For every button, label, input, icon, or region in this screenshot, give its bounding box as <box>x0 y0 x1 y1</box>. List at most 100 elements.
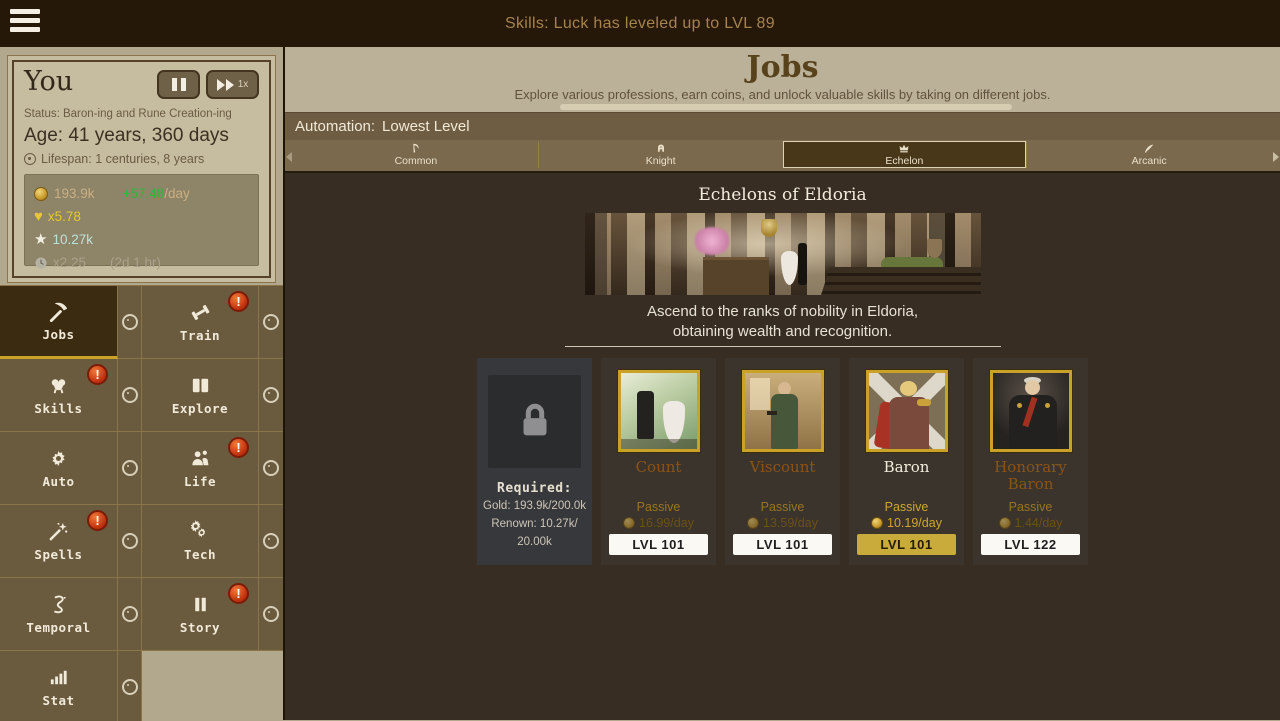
tab-echelon[interactable]: Echelon <box>783 141 1027 168</box>
automation-value: Lowest Level <box>382 118 470 135</box>
eye-icon <box>122 387 138 403</box>
sidebar-item-train[interactable]: ! Train <box>142 286 259 359</box>
visibility-toggle-stat[interactable] <box>118 651 142 721</box>
sidebar-item-auto[interactable]: Auto <box>0 432 118 505</box>
family-icon <box>189 447 212 470</box>
desk-art <box>703 257 769 295</box>
alert-badge: ! <box>228 291 249 312</box>
visibility-toggle-auto[interactable] <box>118 432 142 505</box>
jobs-header: Jobs Explore various professions, earn c… <box>285 47 1280 112</box>
required-renown-1: Renown: 10.27k/ <box>477 516 592 532</box>
left-panel: You 1x Status: Baron-ing and Rune Creati… <box>0 47 285 720</box>
sidebar-item-explore[interactable]: Explore <box>142 359 259 432</box>
clock-icon <box>34 256 48 270</box>
gears-icon <box>189 520 212 543</box>
header-scrollbar[interactable] <box>560 104 1012 110</box>
dumbbell-icon <box>189 301 212 324</box>
tab-scroll-left-icon[interactable] <box>286 152 292 162</box>
tab-label: Knight <box>646 155 676 167</box>
helmet-icon <box>654 142 668 155</box>
job-card-honorary-baron[interactable]: Honorary Baron Passive 1.44/day LVL 122 <box>973 358 1088 565</box>
lifespan-text: Lifespan: 1 centuries, 8 years <box>41 152 204 166</box>
sidebar-item-label: Explore <box>172 401 228 416</box>
sidebar-item-label: Skills <box>34 401 82 416</box>
sidebar-item-label: Story <box>180 620 220 635</box>
visibility-toggle-life[interactable] <box>259 432 283 505</box>
time-row: x2.25 (2d 1 hr) <box>34 251 249 274</box>
tab-knight[interactable]: Knight <box>538 141 783 168</box>
alert-badge: ! <box>228 437 249 458</box>
sidebar-item-temporal[interactable]: Temporal <box>0 578 118 651</box>
time-multiplier: x2.25 <box>53 255 86 270</box>
visibility-toggle-tech[interactable] <box>259 505 283 578</box>
level-badge[interactable]: LVL 101 <box>733 534 832 555</box>
temporal-swirl-icon <box>47 593 70 616</box>
visibility-toggle-skills[interactable] <box>118 359 142 432</box>
time-remaining: (2d 1 hr) <box>110 255 161 270</box>
level-badge[interactable]: LVL 122 <box>981 534 1080 555</box>
sidebar-item-jobs[interactable]: Jobs <box>0 286 118 359</box>
sidebar-item-spells[interactable]: ! Spells <box>0 505 118 578</box>
speed-label: 1x <box>238 79 249 90</box>
visibility-toggle-jobs[interactable] <box>118 286 142 359</box>
speed-button[interactable]: 1x <box>206 70 259 99</box>
eye-icon <box>263 460 279 476</box>
job-image <box>742 370 824 452</box>
lock-icon <box>512 398 558 444</box>
alert-badge: ! <box>228 583 249 604</box>
currency-box: 193.9k +57.48 /day ♥ x5.78 ★ 10.27k <box>24 174 259 266</box>
job-image <box>990 370 1072 452</box>
sidebar-menu: Jobs ! Train ! Skills <box>0 285 283 721</box>
visibility-toggle-explore[interactable] <box>259 359 283 432</box>
eye-icon <box>122 460 138 476</box>
lifespan-icon <box>24 153 36 165</box>
job-card-viscount[interactable]: Viscount Passive 13.59/day LVL 101 <box>725 358 840 565</box>
level-badge[interactable]: LVL 101 <box>609 534 708 555</box>
sidebar-item-stat[interactable]: Stat <box>0 651 118 721</box>
top-bar: Skills: Luck has leveled up to LVL 89 <box>0 0 1280 47</box>
job-card-count[interactable]: Count Passive 16.99/day LVL 101 <box>601 358 716 565</box>
tab-scroll-right-icon[interactable] <box>1273 152 1279 162</box>
pause-button[interactable] <box>157 70 200 99</box>
pause-icon <box>172 78 186 91</box>
player-title: You <box>24 68 73 95</box>
player-status: Status: Baron-ing and Rune Creation-ing <box>24 108 259 120</box>
sidebar-item-label: Tech <box>184 547 216 562</box>
eye-icon <box>122 314 138 330</box>
star-icon: ★ <box>34 232 47 247</box>
alert-badge: ! <box>87 510 108 531</box>
job-cards-row: Required: Gold: 193.9k/200.0k Renown: 10… <box>285 358 1280 565</box>
eye-icon <box>122 606 138 622</box>
alert-badge: ! <box>87 364 108 385</box>
eye-icon <box>263 387 279 403</box>
passive-value-row: 1.44/day <box>973 516 1088 530</box>
job-title: Viscount <box>725 459 840 499</box>
passive-value-row: 10.19/day <box>849 516 964 530</box>
passive-value: 1.44/day <box>1015 516 1063 530</box>
visibility-toggle-spells[interactable] <box>118 505 142 578</box>
sidebar-item-story[interactable]: ! Story <box>142 578 259 651</box>
passive-value: 10.19/day <box>887 516 942 530</box>
required-heading: Required: <box>477 481 592 496</box>
visibility-toggle-temporal[interactable] <box>118 578 142 651</box>
echelon-content: Echelons of Eldoria Ascend to the ranks … <box>285 173 1280 720</box>
crown-icon <box>897 142 911 155</box>
happiness-multiplier: x5.78 <box>48 209 81 224</box>
sidebar-item-skills[interactable]: ! Skills <box>0 359 118 432</box>
level-badge-active[interactable]: LVL 101 <box>857 534 956 555</box>
tab-arcanic[interactable]: Arcanic <box>1026 141 1271 168</box>
tab-label: Echelon <box>885 155 923 167</box>
sidebar-item-tech[interactable]: Tech <box>142 505 259 578</box>
tab-common[interactable]: Common <box>294 141 538 168</box>
player-card: You 1x Status: Baron-ing and Rune Creati… <box>7 55 276 283</box>
sidebar-item-life[interactable]: ! Life <box>142 432 259 505</box>
coin-icon <box>999 517 1011 529</box>
visibility-toggle-story[interactable] <box>259 578 283 651</box>
bar-chart-icon <box>47 666 70 689</box>
visibility-toggle-train[interactable] <box>259 286 283 359</box>
sidebar-empty-cell <box>142 651 283 721</box>
happiness-row: ♥ x5.78 <box>34 205 249 228</box>
job-card-baron[interactable]: Baron Passive 10.19/day LVL 101 <box>849 358 964 565</box>
automation-bar[interactable]: Automation: Lowest Level <box>285 112 1280 140</box>
passive-value: 16.99/day <box>639 516 694 530</box>
